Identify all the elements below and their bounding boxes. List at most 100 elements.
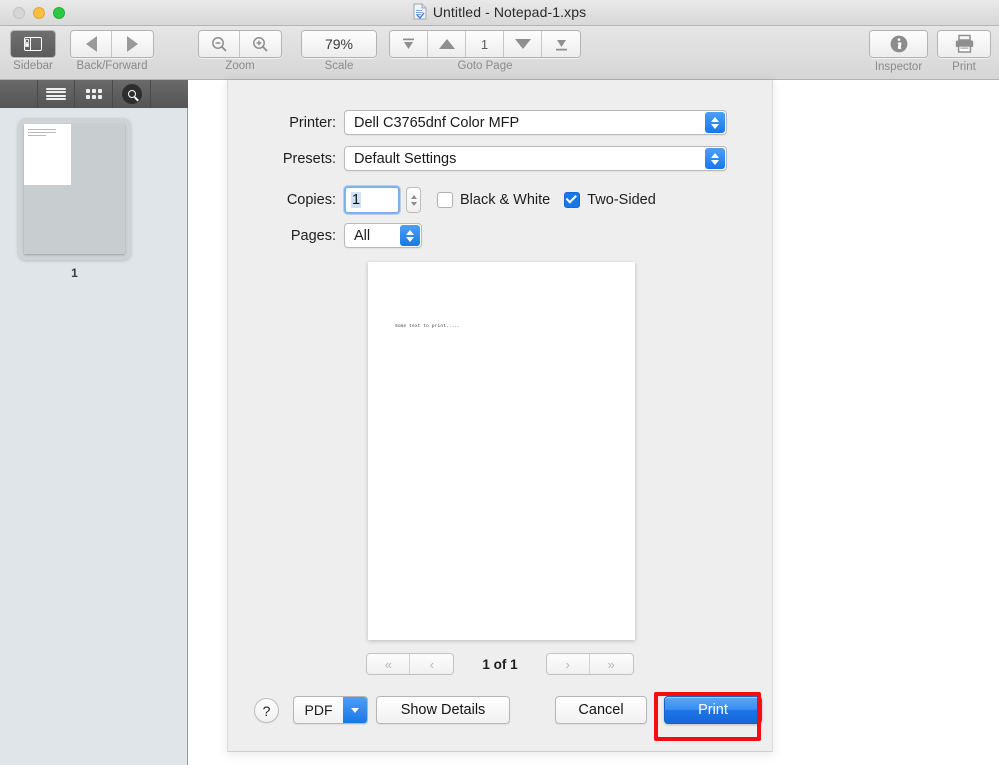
scale-value[interactable]: 79% <box>302 31 376 57</box>
presets-label: Presets: <box>264 151 336 167</box>
stepper-up-icon <box>411 195 417 199</box>
pages-label: Pages: <box>264 228 336 244</box>
page-number-field[interactable]: 1 <box>466 31 504 57</box>
copies-value: 1 <box>351 192 361 208</box>
zoom-in-button[interactable] <box>240 31 281 57</box>
sidebar-view-toolbar <box>0 80 188 108</box>
inspector-group-label: Inspector <box>869 61 928 73</box>
thumbnail-text-lines <box>28 129 56 138</box>
printer-value: Dell C3765dnf Color MFP <box>354 115 519 131</box>
toolbar-group-inspector: Inspector <box>869 30 928 73</box>
show-details-button[interactable]: Show Details <box>376 696 510 724</box>
back-button[interactable] <box>71 31 112 57</box>
black-white-label: Black & White <box>460 192 550 208</box>
list-view-button[interactable] <box>37 80 75 108</box>
xps-viewer-window: Untitled - Notepad-1.xps Sidebar Back/Fo… <box>0 0 999 765</box>
goto-page-segment[interactable]: 1 <box>389 30 581 58</box>
toolbar-group-sidebar: Sidebar <box>10 30 56 72</box>
search-icon <box>122 84 142 104</box>
main-toolbar: Sidebar Back/Forward <box>0 26 999 80</box>
sidebar-toggle-button[interactable] <box>11 31 55 57</box>
window-title: Untitled - Notepad-1.xps <box>433 4 586 20</box>
pdf-dropdown-button[interactable]: PDF <box>293 696 368 724</box>
thumbnail-page-content <box>24 124 71 185</box>
scale-field[interactable]: 79% <box>301 30 377 58</box>
pdf-label: PDF <box>294 702 343 718</box>
pages-select[interactable]: All <box>344 223 422 248</box>
two-sided-checkbox[interactable] <box>564 192 580 208</box>
printer-label: Printer: <box>264 115 336 131</box>
preview-page-indicator: 1 of 1 <box>482 657 517 672</box>
two-sided-label: Two-Sided <box>587 192 656 208</box>
sidebar-search-button[interactable] <box>113 80 151 108</box>
preview-text: Some text to print..... <box>395 324 460 329</box>
pdf-chevron-down-icon[interactable] <box>343 697 367 723</box>
down-arrow-icon <box>515 39 531 49</box>
window-titlebar: Untitled - Notepad-1.xps <box>0 0 999 26</box>
up-arrow-icon <box>439 39 455 49</box>
zoom-in-icon <box>252 36 269 53</box>
window-title-group: Untitled - Notepad-1.xps <box>0 3 999 20</box>
zoom-out-icon <box>211 36 228 53</box>
copies-label: Copies: <box>264 192 336 208</box>
presets-chevron-icon <box>705 148 725 169</box>
inspector-segment[interactable] <box>869 30 928 58</box>
print-dialog: Printer: Dell C3765dnf Color MFP Presets… <box>227 80 773 752</box>
copies-stepper[interactable] <box>406 187 421 213</box>
gotopage-group-label: Goto Page <box>389 60 581 72</box>
print-toolbar-button[interactable] <box>938 31 990 57</box>
sidebar-group-label: Sidebar <box>10 60 56 72</box>
sidebar-icon <box>24 37 42 51</box>
dialog-button-bar: ? PDF Show Details Cancel Print <box>228 692 772 740</box>
forward-arrow-icon <box>127 36 138 52</box>
inspector-button[interactable] <box>870 31 927 57</box>
pages-value: All <box>354 228 370 244</box>
help-button[interactable]: ? <box>254 698 279 723</box>
zoom-group-label: Zoom <box>198 60 282 72</box>
zoom-out-button[interactable] <box>199 31 240 57</box>
grid-view-icon <box>86 89 102 99</box>
toolbar-group-backforward: Back/Forward <box>70 30 154 72</box>
previous-page-button[interactable] <box>428 31 466 57</box>
last-page-button[interactable] <box>542 31 580 57</box>
pages-chevron-icon <box>400 225 420 246</box>
print-segment[interactable] <box>937 30 991 58</box>
first-page-button[interactable] <box>390 31 428 57</box>
checkmark-icon <box>566 192 577 203</box>
copies-row: Copies: 1 Black & White Two-Sided <box>264 186 656 214</box>
next-page-button[interactable] <box>504 31 542 57</box>
printer-icon <box>954 34 975 54</box>
black-white-checkbox[interactable] <box>437 192 453 208</box>
printer-row: Printer: Dell C3765dnf Color MFP <box>264 110 727 135</box>
toolbar-group-gotopage: 1 Goto Page <box>389 30 581 72</box>
print-button[interactable]: Print <box>664 696 762 724</box>
preview-first-page-button[interactable]: « <box>367 654 410 674</box>
print-group-label: Print <box>937 61 991 73</box>
presets-value: Default Settings <box>354 151 456 167</box>
sidebar-toggle-segment[interactable] <box>10 30 56 58</box>
toolbar-group-zoom: Zoom <box>198 30 282 72</box>
presets-row: Presets: Default Settings <box>264 146 727 171</box>
stepper-down-icon <box>411 202 417 206</box>
grid-view-button[interactable] <box>75 80 113 108</box>
printer-select[interactable]: Dell C3765dnf Color MFP <box>344 110 727 135</box>
list-view-icon <box>46 88 66 101</box>
page-thumbnail-1[interactable] <box>18 118 131 260</box>
preview-previous-page-button[interactable]: ‹ <box>410 654 453 674</box>
copies-input[interactable]: 1 <box>344 186 400 214</box>
toolbar-group-print: Print <box>937 30 991 73</box>
zoom-segment[interactable] <box>198 30 282 58</box>
preview-nav-left-segment[interactable]: « ‹ <box>366 653 454 675</box>
cancel-button[interactable]: Cancel <box>555 696 647 724</box>
forward-button[interactable] <box>112 31 153 57</box>
preview-nav-right-segment[interactable]: › » <box>546 653 634 675</box>
xps-document-icon <box>413 3 427 20</box>
info-icon <box>889 34 909 54</box>
back-forward-segment[interactable] <box>70 30 154 58</box>
thumbnail-page-label: 1 <box>18 266 131 280</box>
presets-select[interactable]: Default Settings <box>344 146 727 171</box>
preview-next-page-button[interactable]: › <box>547 654 590 674</box>
back-arrow-icon <box>86 36 97 52</box>
preview-last-page-button[interactable]: » <box>590 654 633 674</box>
scale-group-label: Scale <box>301 60 377 72</box>
